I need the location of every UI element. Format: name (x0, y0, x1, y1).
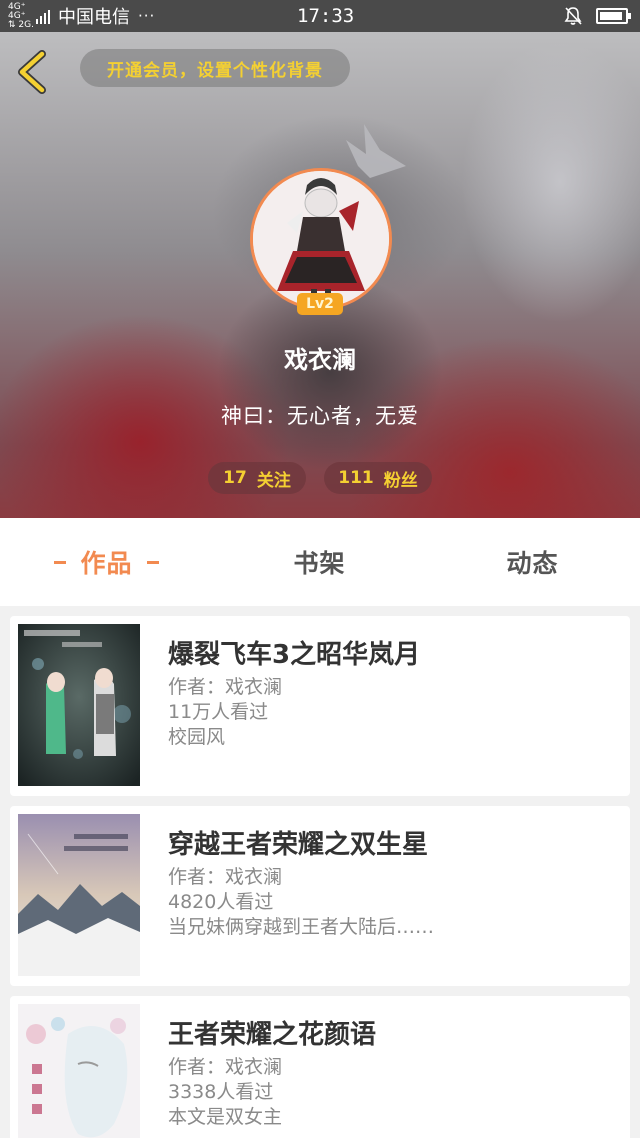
book-description: 当兄妹俩穿越到王者大陆后…… (168, 916, 435, 938)
book-cover-art (18, 814, 140, 976)
back-button[interactable] (14, 50, 54, 94)
follow-count-button[interactable]: 17 关注 (208, 462, 306, 494)
book-description: 校园风 (168, 726, 226, 748)
network-type: 4G⁺ 4G⁺ ⇅ 2G. (8, 1, 34, 30)
book-cover-art (18, 1004, 140, 1138)
book-views: 3338人看过 (168, 1081, 274, 1103)
network-top-text: 4G⁺ 4G⁺ (8, 1, 26, 21)
more-notifications-icon: ··· (138, 7, 156, 25)
book-title: 爆裂飞车3之昭华岚月 (168, 640, 421, 670)
bell-muted-icon (564, 7, 582, 25)
avatar[interactable] (250, 168, 392, 310)
nickname: 戏衣澜 (284, 346, 356, 374)
tab-indicator-right (146, 560, 159, 564)
battery-icon (596, 8, 631, 24)
fans-label: 粉丝 (383, 470, 418, 491)
carrier-name: 中国电信 (58, 7, 130, 28)
follow-label: 关注 (256, 470, 291, 491)
fans-count: 111 (338, 468, 374, 488)
book-title: 穿越王者荣耀之双生星 (168, 830, 429, 860)
avatar-illustration (253, 171, 389, 307)
book-title: 王者荣耀之花颜语 (168, 1020, 377, 1050)
tab-label: 作品 (80, 549, 133, 578)
tab-label: 动态 (506, 549, 559, 578)
signature: 神曰：无心者，无爱 (221, 404, 419, 428)
network-bottom-text: ⇅ 2G. (8, 19, 34, 30)
clock: 17:33 (297, 5, 355, 27)
profile-header: 开通会员，设置个性化背景 Lv2 戏衣澜 神曰：无心者，无爱 17 关注 111… (0, 32, 640, 518)
book-views: 11万人看过 (168, 701, 269, 723)
status-bar: 4G⁺ 4G⁺ ⇅ 2G. 中国电信 ··· 17:33 (0, 0, 640, 32)
book-cover-art (18, 624, 140, 786)
level-badge: Lv2 (297, 293, 343, 315)
book-description: 本文是双女主 (168, 1106, 283, 1128)
book-cover (18, 1004, 140, 1138)
book-author: 作者：戏衣澜 (168, 1056, 283, 1078)
vip-background-button[interactable]: 开通会员，设置个性化背景 (80, 49, 350, 87)
signal-icon (36, 8, 50, 24)
tab-bookshelf[interactable]: 书架 (213, 518, 426, 606)
battery-fill (600, 12, 622, 20)
tab-activity[interactable]: 动态 (426, 518, 639, 606)
book-cover (18, 814, 140, 976)
follow-count: 17 (223, 468, 247, 488)
book-card[interactable]: 爆裂飞车3之昭华岚月 作者：戏衣澜 11万人看过 校园风 (10, 616, 630, 796)
book-card[interactable]: 王者荣耀之花颜语 作者：戏衣澜 3338人看过 本文是双女主 (10, 996, 630, 1138)
tab-indicator-left (54, 560, 67, 564)
book-author: 作者：戏衣澜 (168, 866, 283, 888)
book-card[interactable]: 穿越王者荣耀之双生星 作者：戏衣澜 4820人看过 当兄妹俩穿越到王者大陆后…… (10, 806, 630, 986)
book-cover (18, 624, 140, 786)
fans-count-button[interactable]: 111 粉丝 (324, 462, 432, 494)
tab-label: 书架 (293, 549, 346, 578)
book-author: 作者：戏衣澜 (168, 676, 283, 698)
profile-tabs: 作品 书架 动态 (0, 518, 640, 606)
avatar-image (250, 168, 392, 310)
book-views: 4820人看过 (168, 891, 274, 913)
tab-works[interactable]: 作品 (0, 518, 213, 606)
